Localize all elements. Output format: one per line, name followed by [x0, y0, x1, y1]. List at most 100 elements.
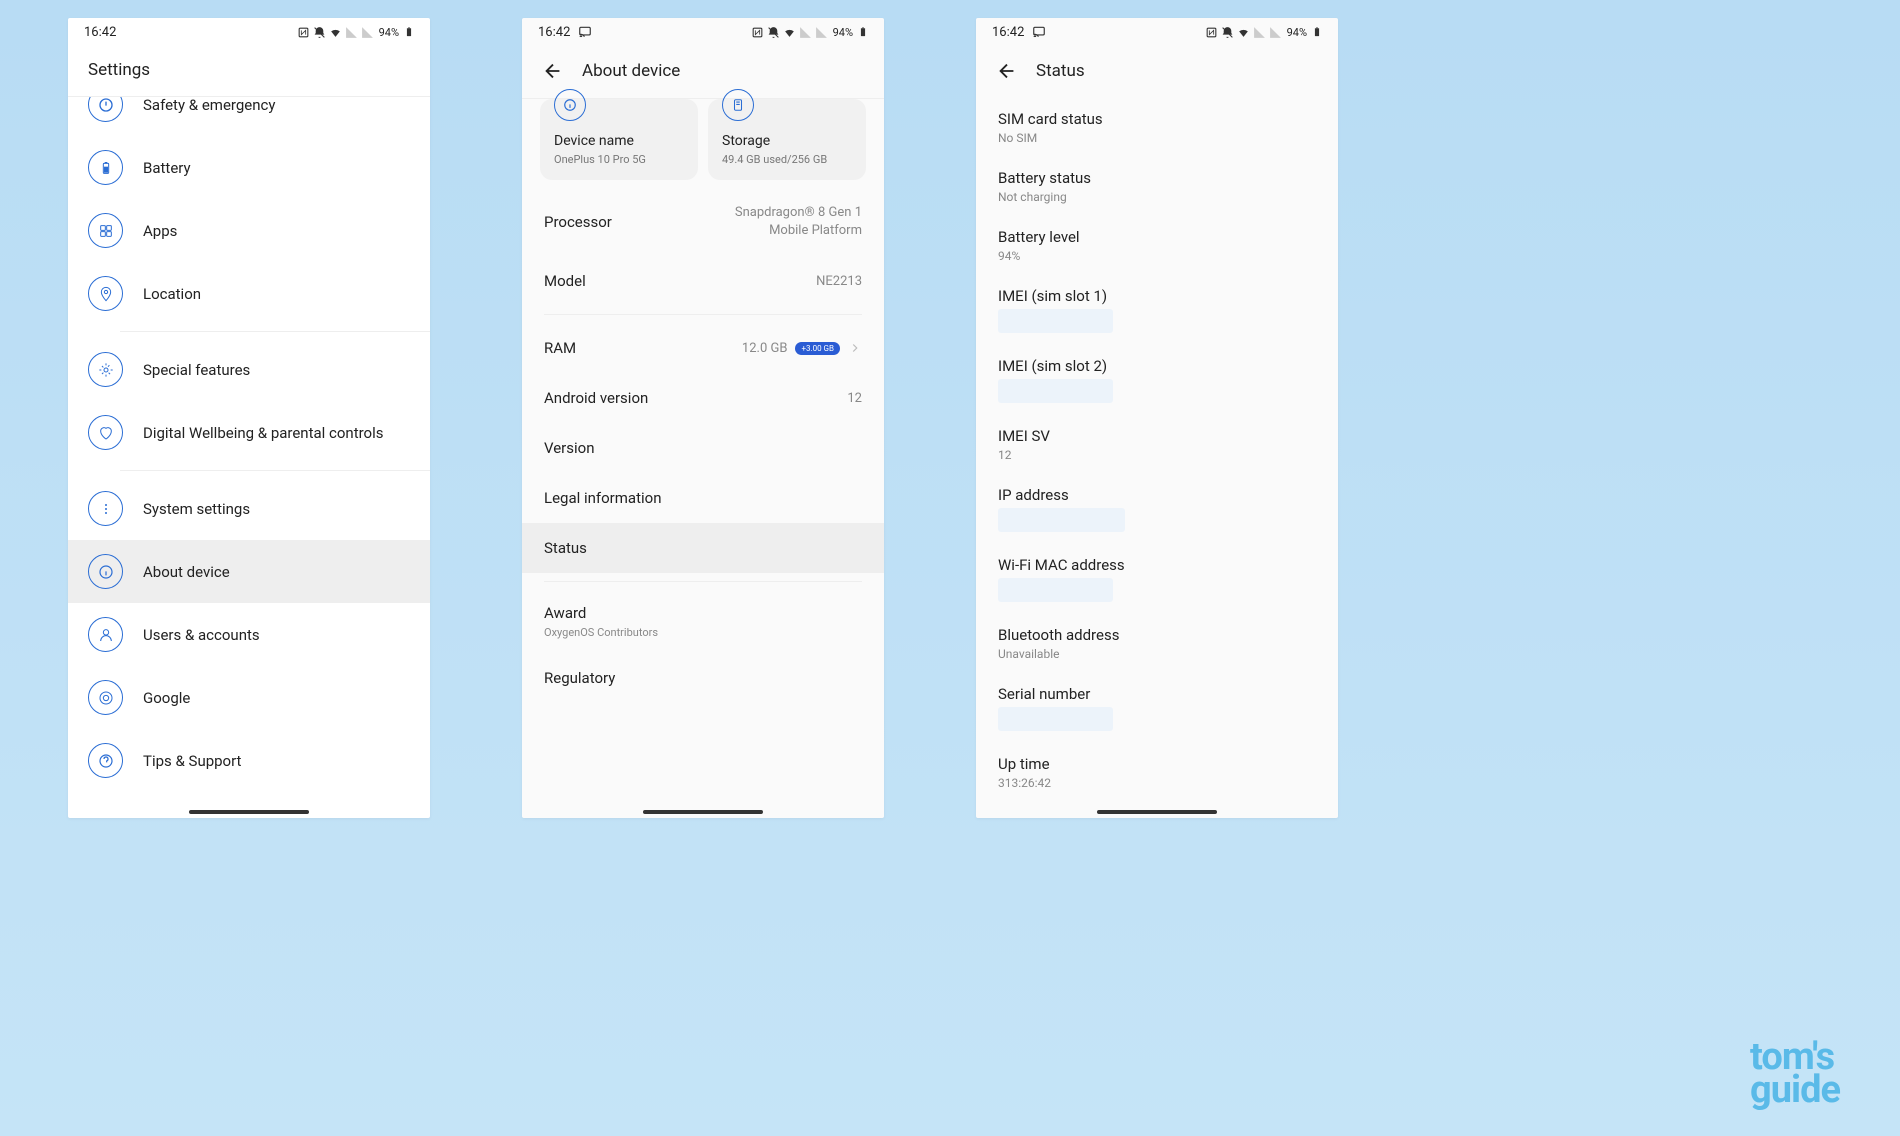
storage-icon — [722, 89, 754, 121]
storage-card[interactable]: Storage 49.4 GB used/256 GB — [708, 99, 866, 180]
signal-icon-1 — [799, 26, 812, 39]
phone-about: 16:42 94% About device — [522, 18, 884, 818]
info-label: RAM — [544, 339, 576, 357]
status-bar: 16:42 94% — [68, 18, 430, 46]
apps-icon — [88, 213, 123, 248]
back-arrow-icon[interactable] — [996, 60, 1018, 82]
imei-sv-item[interactable]: IMEI SV 12 — [976, 415, 1338, 474]
settings-item-about[interactable]: About device — [68, 540, 430, 603]
legal-row[interactable]: Legal information — [522, 473, 884, 523]
wifi-mac-item[interactable]: Wi-Fi MAC address — [976, 544, 1338, 614]
settings-item-special[interactable]: Special features — [68, 338, 430, 401]
page-title: Status — [1036, 61, 1085, 81]
settings-label: Location — [143, 285, 201, 303]
signal-icon-2 — [1269, 26, 1282, 39]
wifi-icon — [783, 26, 796, 39]
status-label: SIM card status — [998, 110, 1316, 128]
settings-label: Users & accounts — [143, 626, 260, 644]
divider — [544, 314, 862, 315]
special-icon — [88, 352, 123, 387]
status-bar: 16:42 94% — [976, 18, 1338, 46]
status-battery-pct: 94% — [379, 26, 399, 39]
signal-icon-1 — [1253, 26, 1266, 39]
battery-status-item[interactable]: Battery status Not charging — [976, 157, 1338, 216]
settings-label: Google — [143, 689, 190, 707]
status-label: Up time — [998, 755, 1316, 773]
processor-row[interactable]: Processor Snapdragon® 8 Gen 1 Mobile Pla… — [522, 188, 884, 256]
serial-item[interactable]: Serial number — [976, 673, 1338, 743]
info-label: Regulatory — [544, 669, 615, 687]
regulatory-row[interactable]: Regulatory — [522, 653, 884, 703]
info-label: Version — [544, 439, 595, 457]
info-value: NE2213 — [816, 274, 862, 289]
nav-pill[interactable] — [189, 810, 309, 814]
version-row[interactable]: Version — [522, 423, 884, 473]
device-name-card[interactable]: Device name OnePlus 10 Pro 5G — [540, 99, 698, 180]
android-row[interactable]: Android version 12 — [522, 373, 884, 423]
nfc-icon — [1205, 26, 1218, 39]
ip-item[interactable]: IP address — [976, 474, 1338, 544]
divider — [120, 470, 430, 471]
settings-item-location[interactable]: Location — [68, 262, 430, 325]
page-title: About device — [582, 61, 680, 81]
settings-item-tips[interactable]: Tips & Support — [68, 729, 430, 792]
award-row[interactable]: Award OxygenOS Contributors — [522, 590, 884, 653]
wellbeing-icon — [88, 415, 123, 450]
settings-item-apps[interactable]: Apps — [68, 199, 430, 262]
system-icon — [88, 491, 123, 526]
dnd-icon — [1221, 26, 1234, 39]
nav-pill[interactable] — [643, 810, 763, 814]
safety-icon — [88, 97, 123, 122]
status-label: Serial number — [998, 685, 1316, 703]
signal-icon-1 — [345, 26, 358, 39]
info-label: Model — [544, 272, 586, 290]
battery-level-item[interactable]: Battery level 94% — [976, 216, 1338, 275]
award-sub: OxygenOS Contributors — [544, 626, 862, 639]
settings-label: Safety & emergency — [143, 97, 275, 114]
status-icons — [297, 26, 374, 39]
settings-label: Tips & Support — [143, 752, 241, 770]
battery-icon — [1312, 24, 1322, 40]
status-time: 16:42 — [538, 25, 570, 40]
status-time: 16:42 — [84, 25, 116, 40]
info-label: Legal information — [544, 489, 661, 507]
settings-item-system[interactable]: System settings — [68, 477, 430, 540]
settings-label: Digital Wellbeing & parental controls — [143, 424, 384, 442]
nav-pill[interactable] — [1097, 810, 1217, 814]
settings-label: About device — [143, 563, 230, 581]
imei2-item[interactable]: IMEI (sim slot 2) — [976, 345, 1338, 415]
status-label: IP address — [998, 486, 1316, 504]
imei1-item[interactable]: IMEI (sim slot 1) — [976, 275, 1338, 345]
masked-value — [998, 578, 1113, 602]
settings-item-users[interactable]: Users & accounts — [68, 603, 430, 666]
back-arrow-icon[interactable] — [542, 60, 564, 82]
battery-circle-icon — [88, 150, 123, 185]
phone-status: 16:42 94% Status SIM card status — [976, 18, 1338, 818]
status-icons — [751, 26, 828, 39]
sim-status-item[interactable]: SIM card status No SIM — [976, 98, 1338, 157]
model-row[interactable]: Model NE2213 — [522, 256, 884, 306]
watermark: tom's guide — [1750, 1041, 1840, 1106]
settings-item-wellbeing[interactable]: Digital Wellbeing & parental controls — [68, 401, 430, 464]
settings-item-battery[interactable]: Battery — [68, 136, 430, 199]
header: Status — [976, 46, 1338, 98]
masked-value — [998, 379, 1113, 403]
settings-item-google[interactable]: Google — [68, 666, 430, 729]
google-icon — [88, 680, 123, 715]
status-row[interactable]: Status — [522, 523, 884, 573]
card-title: Storage — [722, 133, 852, 149]
status-label: Bluetooth address — [998, 626, 1316, 644]
uptime-item[interactable]: Up time 313:26:42 — [976, 743, 1338, 802]
status-value: 94% — [998, 249, 1316, 263]
status-label: IMEI (sim slot 2) — [998, 357, 1316, 375]
settings-item-safety[interactable]: Safety & emergency — [68, 97, 430, 136]
card-subtitle: 49.4 GB used/256 GB — [722, 153, 852, 166]
bluetooth-item[interactable]: Bluetooth address Unavailable — [976, 614, 1338, 673]
masked-value — [998, 508, 1125, 532]
signal-icon-2 — [361, 26, 374, 39]
info-value: 12 — [847, 391, 862, 406]
signal-icon-2 — [815, 26, 828, 39]
ram-row[interactable]: RAM 12.0 GB +3.00 GB — [522, 323, 884, 373]
battery-icon — [858, 24, 868, 40]
tips-icon — [88, 743, 123, 778]
